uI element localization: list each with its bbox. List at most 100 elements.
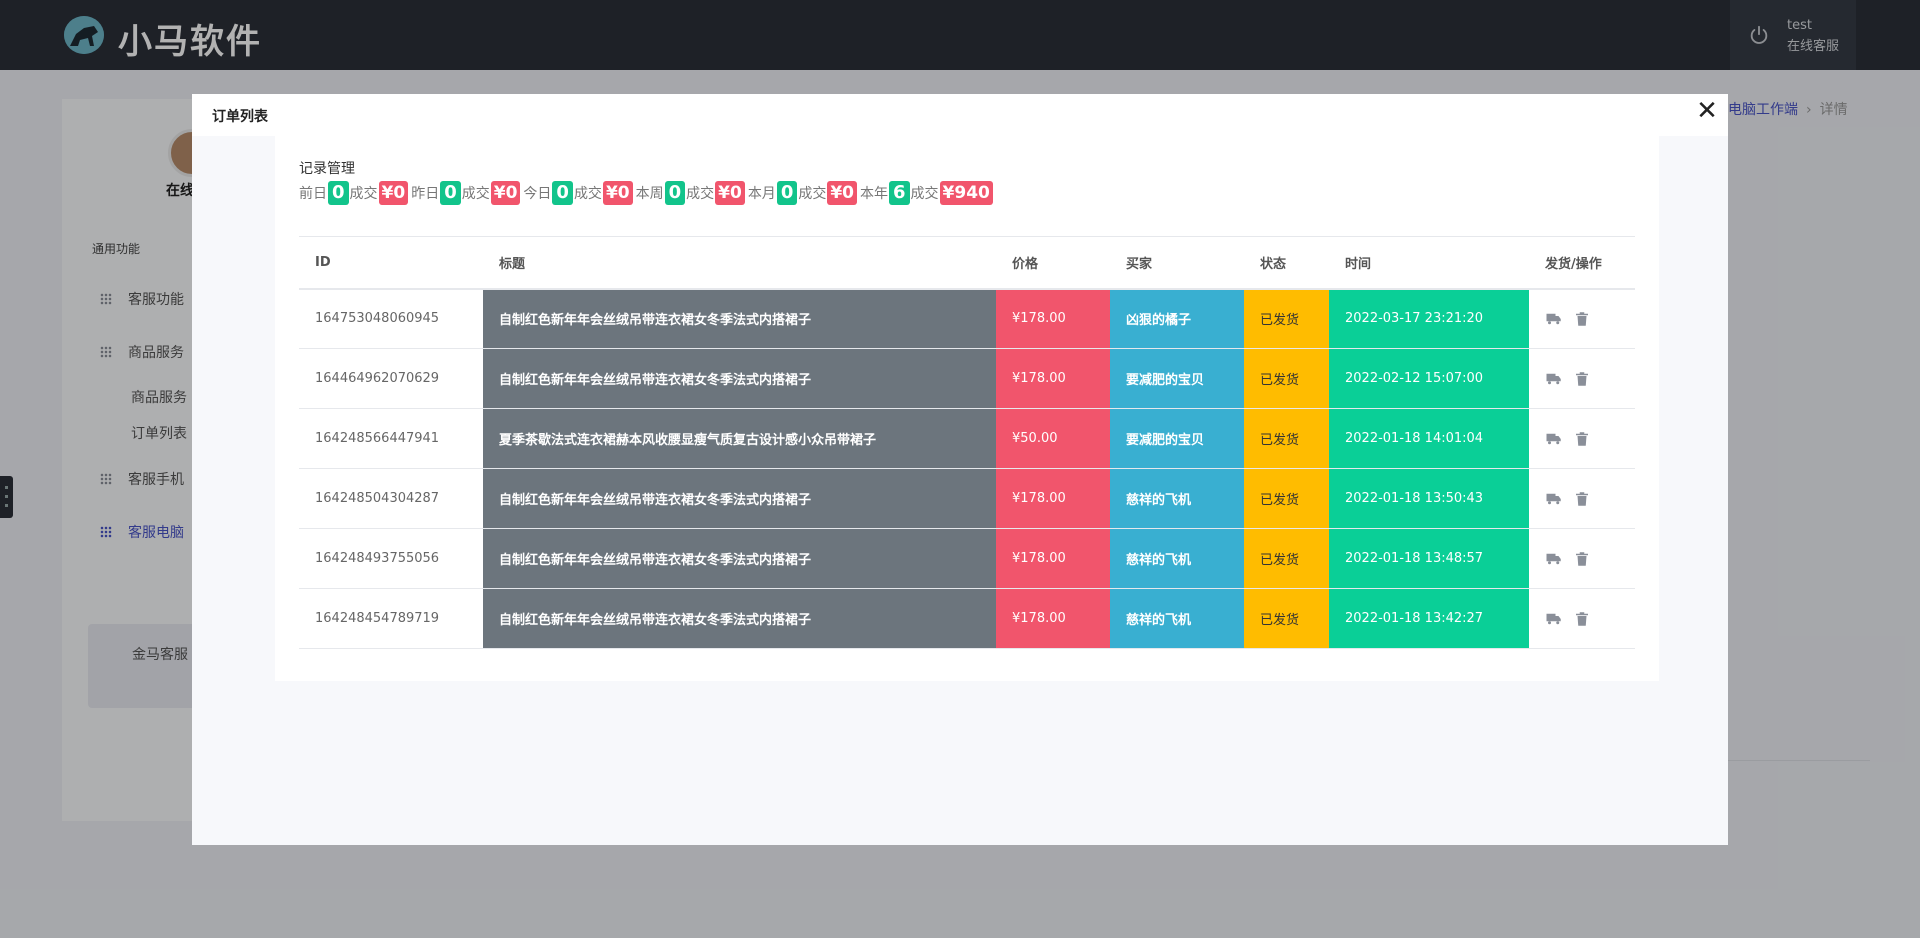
order-status: 已发货 [1244, 348, 1329, 409]
table-row: 164248504304287 自制红色新年年会丝绒吊带连衣裙女冬季法式内搭裙子… [299, 468, 1635, 529]
order-title: 自制红色新年年会丝绒吊带连衣裙女冬季法式内搭裙子 [483, 348, 996, 409]
column-header-status: 状态 [1244, 236, 1329, 290]
order-title: 夏季茶歇法式连衣裙赫本风收腰显瘦气质复古设计感小众吊带裙子 [483, 408, 996, 469]
trash-icon[interactable] [1573, 610, 1591, 628]
column-header-id: ID [299, 236, 483, 290]
order-buyer: 慈祥的飞机 [1110, 588, 1244, 649]
column-header-actions: 发货/操作 [1529, 236, 1635, 290]
stat-label: 昨日 [411, 186, 440, 202]
order-time: 2022-02-12 15:07:00 [1329, 348, 1529, 409]
amount-badge: ¥0 [715, 181, 745, 205]
stat-deal-label: 成交 [686, 186, 715, 202]
order-status: 已发货 [1244, 408, 1329, 469]
stat-label: 前日 [299, 186, 327, 202]
modal-header: 订单列表 ✕ [192, 94, 1728, 136]
truck-icon[interactable] [1545, 610, 1563, 628]
amount-badge: ¥0 [490, 181, 521, 205]
table-row: 164248493755056 自制红色新年年会丝绒吊带连衣裙女冬季法式内搭裙子… [299, 528, 1635, 589]
order-time: 2022-01-18 13:48:57 [1329, 528, 1529, 589]
order-time: 2022-01-18 13:42:27 [1329, 588, 1529, 649]
order-title: 自制红色新年年会丝绒吊带连衣裙女冬季法式内搭裙子 [483, 528, 996, 589]
order-price: ¥178.00 [996, 588, 1110, 649]
order-buyer: 要减肥的宝贝 [1110, 408, 1244, 469]
trash-icon[interactable] [1573, 310, 1591, 328]
count-badge: 0 [552, 181, 573, 205]
order-buyer: 凶狠的橘子 [1110, 288, 1244, 349]
order-buyer: 慈祥的飞机 [1110, 468, 1244, 529]
order-time: 2022-03-17 23:21:20 [1329, 288, 1529, 349]
stat-deal-label: 成交 [573, 186, 602, 202]
order-actions [1529, 288, 1635, 349]
modal-title: 订单列表 [212, 109, 268, 125]
order-actions [1529, 528, 1635, 589]
count-badge: 0 [440, 181, 461, 205]
stat-label: 本月 [747, 186, 776, 202]
trash-icon[interactable] [1573, 430, 1591, 448]
amount-badge: ¥0 [602, 181, 633, 205]
amount-badge: ¥940 [939, 181, 993, 205]
order-price: ¥178.00 [996, 468, 1110, 529]
order-list-modal: 订单列表 ✕ 记录管理 前日 0 成交 ¥0 昨日 0 成交 ¥0 今日 0 成交 ¥0 本周 0 成… [192, 94, 1728, 845]
records-panel: 记录管理 前日 0 成交 ¥0 昨日 0 成交 ¥0 今日 0 成交 ¥0 本周 0 成交 ¥0 本月 0… [275, 136, 1659, 681]
order-status: 已发货 [1244, 288, 1329, 349]
truck-icon[interactable] [1545, 370, 1563, 388]
order-id: 164753048060945 [299, 288, 483, 349]
order-actions [1529, 348, 1635, 409]
order-id: 164464962070629 [299, 348, 483, 409]
order-title: 自制红色新年年会丝绒吊带连衣裙女冬季法式内搭裙子 [483, 468, 996, 529]
table-row: 164464962070629 自制红色新年年会丝绒吊带连衣裙女冬季法式内搭裙子… [299, 348, 1635, 409]
order-actions [1529, 408, 1635, 469]
trash-icon[interactable] [1573, 370, 1591, 388]
count-badge: 0 [328, 181, 349, 205]
truck-icon[interactable] [1545, 430, 1563, 448]
trash-icon[interactable] [1573, 490, 1591, 508]
count-badge: 6 [889, 181, 910, 205]
order-id: 164248504304287 [299, 468, 483, 529]
order-actions [1529, 468, 1635, 529]
stat-label: 本年 [860, 186, 889, 202]
table-row: 164753048060945 自制红色新年年会丝绒吊带连衣裙女冬季法式内搭裙子… [299, 288, 1635, 349]
order-time: 2022-01-18 14:01:04 [1329, 408, 1529, 469]
order-price: ¥50.00 [996, 408, 1110, 469]
table-row: 164248454789719 自制红色新年年会丝绒吊带连衣裙女冬季法式内搭裙子… [299, 588, 1635, 649]
order-id: 164248566447941 [299, 408, 483, 469]
stat-deal-label: 成交 [461, 186, 490, 202]
stat-deal-label: 成交 [798, 186, 827, 202]
amount-badge: ¥0 [378, 181, 409, 205]
order-buyer: 慈祥的飞机 [1110, 528, 1244, 589]
stats-bar: 前日 0 成交 ¥0 昨日 0 成交 ¥0 今日 0 成交 ¥0 本周 0 成交 ¥0 本月 0 成交 ¥0 … [299, 181, 996, 205]
order-time: 2022-01-18 13:50:43 [1329, 468, 1529, 529]
order-status: 已发货 [1244, 528, 1329, 589]
column-header-time: 时间 [1329, 236, 1529, 290]
truck-icon[interactable] [1545, 550, 1563, 568]
truck-icon[interactable] [1545, 490, 1563, 508]
stat-deal-label: 成交 [349, 186, 378, 202]
order-status: 已发货 [1244, 468, 1329, 529]
table-row: 164248566447941 夏季茶歇法式连衣裙赫本风收腰显瘦气质复古设计感小… [299, 408, 1635, 469]
orders-table: ID 标题 价格 买家 状态 时间 发货/操作 164753048060945 … [299, 236, 1635, 649]
order-id: 164248493755056 [299, 528, 483, 589]
order-buyer: 要减肥的宝贝 [1110, 348, 1244, 409]
column-header-buyer: 买家 [1110, 236, 1244, 290]
order-price: ¥178.00 [996, 288, 1110, 349]
stat-label: 今日 [523, 186, 552, 202]
order-title: 自制红色新年年会丝绒吊带连衣裙女冬季法式内搭裙子 [483, 588, 996, 649]
order-price: ¥178.00 [996, 348, 1110, 409]
order-actions [1529, 588, 1635, 649]
order-status: 已发货 [1244, 588, 1329, 649]
truck-icon[interactable] [1545, 310, 1563, 328]
panel-title: 记录管理 [299, 161, 355, 177]
order-title: 自制红色新年年会丝绒吊带连衣裙女冬季法式内搭裙子 [483, 288, 996, 349]
table-header-row: ID 标题 价格 买家 状态 时间 发货/操作 [299, 236, 1635, 290]
trash-icon[interactable] [1573, 550, 1591, 568]
close-icon[interactable]: ✕ [1693, 98, 1721, 126]
column-header-title: 标题 [483, 236, 996, 290]
stat-deal-label: 成交 [910, 186, 939, 202]
stat-label: 本周 [635, 186, 664, 202]
amount-badge: ¥0 [827, 181, 858, 205]
order-price: ¥178.00 [996, 528, 1110, 589]
column-header-price: 价格 [996, 236, 1110, 290]
count-badge: 0 [776, 181, 798, 205]
order-id: 164248454789719 [299, 588, 483, 649]
count-badge: 0 [664, 181, 686, 205]
